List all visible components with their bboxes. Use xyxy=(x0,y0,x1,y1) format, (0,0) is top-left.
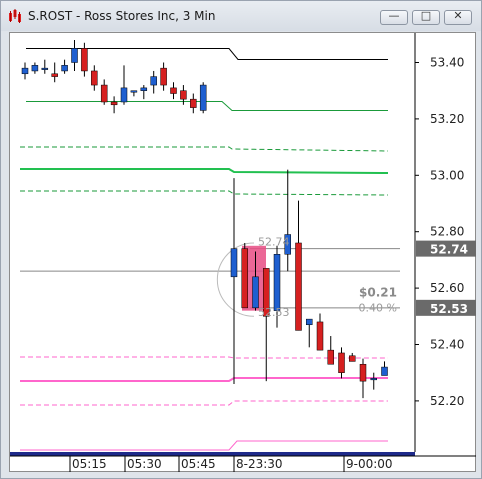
candle-down[interactable] xyxy=(190,98,197,108)
minimize-icon: — xyxy=(388,9,400,22)
change-percent: 0.40 % xyxy=(359,302,397,315)
title-bar[interactable]: S.ROST - Ross Stores Inc, 3 Min — □ ✕ xyxy=(1,1,481,31)
candle-up[interactable] xyxy=(381,366,388,376)
chart-window: S.ROST - Ross Stores Inc, 3 Min — □ ✕ 53… xyxy=(0,0,482,479)
pink-support-line xyxy=(20,440,388,451)
candle-up[interactable] xyxy=(273,254,281,311)
candle-up[interactable] xyxy=(306,318,313,326)
candle-up[interactable] xyxy=(130,90,138,93)
pink-level-line xyxy=(20,377,388,382)
candle-down[interactable] xyxy=(349,355,356,362)
candle-down[interactable] xyxy=(327,349,334,365)
candle-up[interactable] xyxy=(199,84,207,111)
time-axis-bar xyxy=(10,452,415,456)
candle-down[interactable] xyxy=(91,70,98,86)
candle-up[interactable] xyxy=(150,76,157,86)
price-tick-label: 52.40 xyxy=(430,338,464,352)
price-tick-label: 53.00 xyxy=(430,168,464,182)
window-title: S.ROST - Ross Stores Inc, 3 Min xyxy=(28,9,216,23)
candle-down[interactable] xyxy=(180,90,187,100)
candle-down[interactable] xyxy=(316,321,324,351)
time-tick-label: 05:30 xyxy=(127,457,162,471)
price-tick-label: 52.60 xyxy=(430,281,464,295)
candle-down[interactable] xyxy=(241,248,248,309)
candle-down[interactable] xyxy=(160,67,167,86)
chart-area[interactable]: 53.40 53.20 53.00 52.80 52.60 52.40 52.20 05:15… xyxy=(9,32,476,472)
candle-up[interactable] xyxy=(370,378,377,381)
candle-down[interactable] xyxy=(110,101,118,106)
candle-up[interactable] xyxy=(230,248,238,278)
candle-down[interactable] xyxy=(81,48,88,72)
green-level-line xyxy=(20,168,389,174)
candle-up[interactable] xyxy=(21,67,29,75)
resistance-line xyxy=(26,48,388,60)
maximize-button[interactable]: □ xyxy=(412,9,440,25)
candle-up[interactable] xyxy=(71,48,78,63)
price-tick-label: 52.20 xyxy=(430,394,464,408)
faded-price-upper: 52.74 xyxy=(258,236,290,249)
chart-app-icon xyxy=(8,9,22,23)
green-dashed-line-lower xyxy=(20,190,389,196)
time-tick-label: 8-23:30 xyxy=(236,457,283,471)
time-tick-label: 05:45 xyxy=(181,457,216,471)
faded-price-lower: 52.53 xyxy=(258,306,290,319)
candle-up[interactable] xyxy=(61,65,68,72)
candle-up[interactable] xyxy=(41,67,49,70)
candle-up[interactable] xyxy=(120,87,128,103)
candle-up[interactable] xyxy=(140,87,148,91)
price-label: 52.53 xyxy=(430,302,468,316)
price-tick-label: 53.20 xyxy=(430,112,464,126)
time-tick-label: 9-00:00 xyxy=(346,457,393,471)
minimize-button[interactable]: — xyxy=(380,9,408,25)
price-tick-label: 52.80 xyxy=(430,225,464,239)
candle-down[interactable] xyxy=(170,87,177,94)
candle-down[interactable] xyxy=(295,242,302,331)
close-icon: ✕ xyxy=(453,9,463,22)
close-button[interactable]: ✕ xyxy=(444,9,472,25)
maximize-icon: □ xyxy=(420,9,432,22)
candle-up[interactable] xyxy=(252,276,259,309)
green-dashed-line-upper xyxy=(20,146,389,152)
pivot-line-upper xyxy=(26,101,388,111)
candlestick-chart[interactable]: 53.40 53.20 53.00 52.80 52.60 52.40 52.20 05:15… xyxy=(10,33,476,472)
candle-down[interactable] xyxy=(359,363,367,382)
candle-down[interactable] xyxy=(51,73,58,77)
price-tick-label: 53.40 xyxy=(430,56,464,70)
candle-down[interactable] xyxy=(338,352,345,373)
time-tick-label: 05:15 xyxy=(72,457,107,471)
pink-dashed-line-lower xyxy=(20,400,388,406)
price-label: 52.74 xyxy=(430,243,468,257)
candle-up[interactable] xyxy=(31,65,39,72)
change-value: $0.21 xyxy=(359,286,397,300)
candle-down[interactable] xyxy=(100,84,108,103)
